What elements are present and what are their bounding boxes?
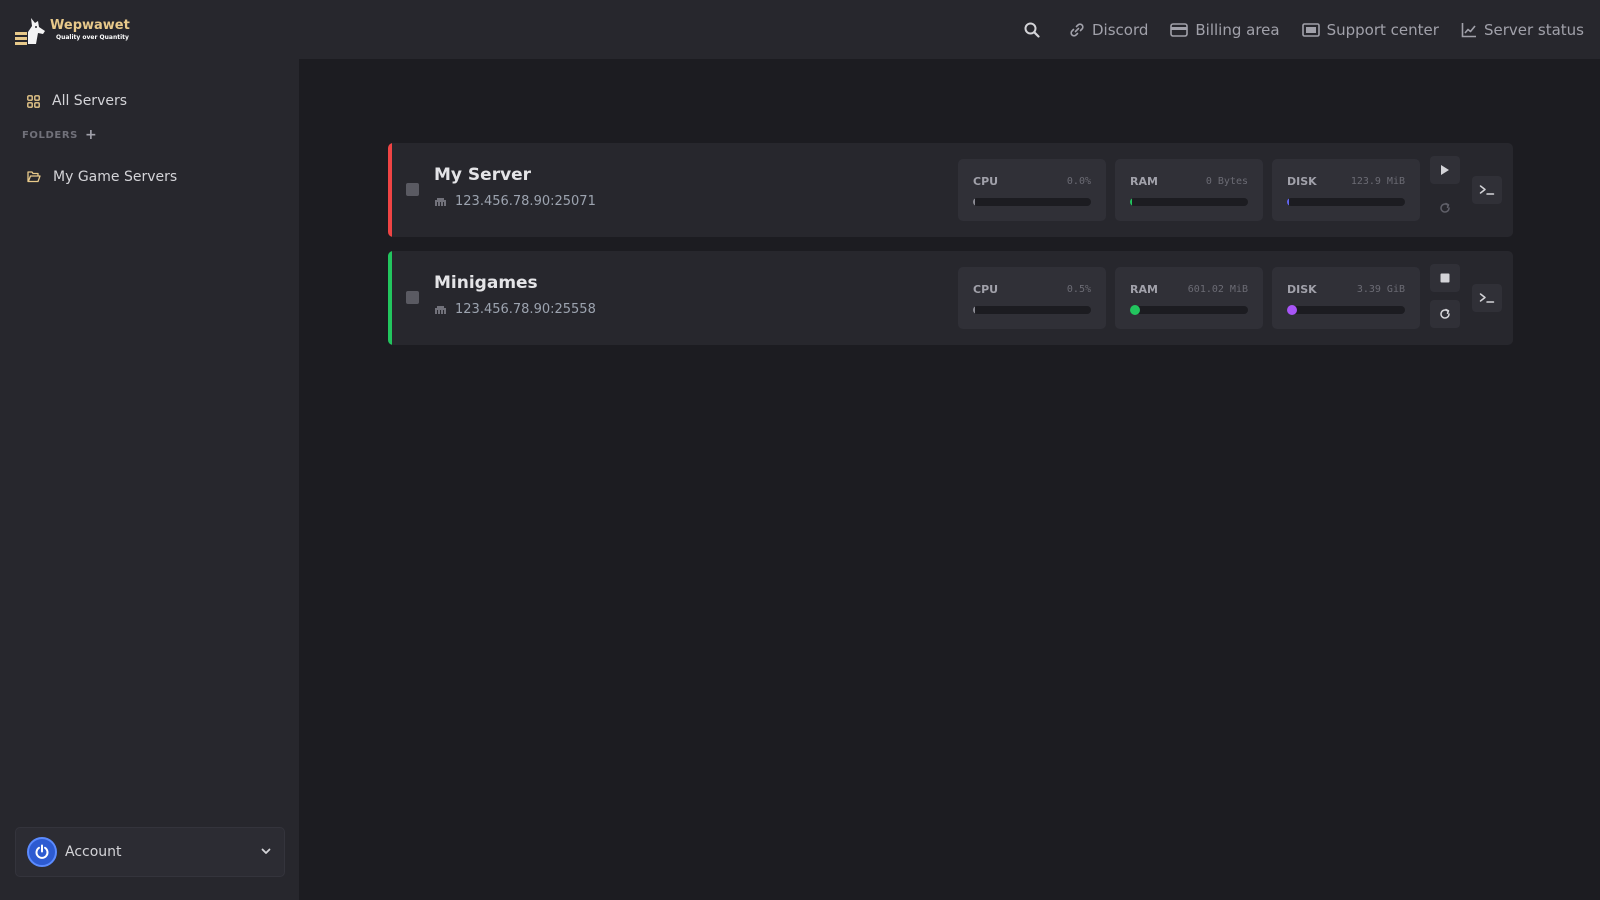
account-dropdown[interactable]: Account	[15, 827, 285, 877]
disk-value: 3.39 GiB	[1356, 284, 1405, 295]
terminal-icon	[1479, 293, 1495, 303]
server-address-text: 123.456.78.90:25558	[455, 302, 596, 317]
cpu-stat: CPU 0.5%	[958, 267, 1106, 329]
nav-billing-label: Billing area	[1195, 20, 1280, 39]
server-icon-placeholder	[406, 291, 419, 304]
status-stripe	[388, 143, 392, 237]
nav-discord[interactable]: Discord	[1069, 21, 1148, 39]
ram-stat: RAM 601.02 MiB	[1115, 267, 1263, 329]
folder-open-icon	[27, 171, 41, 183]
credit-card-icon	[1170, 22, 1189, 37]
nav-support-label: Support center	[1326, 20, 1439, 39]
top-nav: Discord Billing area Support center Serv…	[1024, 0, 1584, 59]
server-icon-placeholder	[406, 183, 419, 196]
search-button[interactable]	[1024, 22, 1047, 38]
stop-button[interactable]	[1430, 264, 1460, 292]
sidebar-item-label: My Game Servers	[53, 169, 178, 185]
ram-label: RAM	[1130, 283, 1158, 296]
disk-label: DISK	[1287, 175, 1317, 188]
cpu-label: CPU	[973, 283, 999, 296]
ram-value: 0 Bytes	[1205, 176, 1248, 187]
nav-billing-area[interactable]: Billing area	[1170, 20, 1280, 39]
nav-server-status-label: Server status	[1483, 20, 1584, 39]
server-address: 123.456.78.90:25071	[434, 194, 596, 209]
brand[interactable]: Wepwawet Quality over Quantity	[14, 14, 130, 46]
server-name[interactable]: Minigames	[434, 273, 538, 293]
cpu-bar-fill	[973, 198, 975, 206]
restart-button[interactable]	[1430, 194, 1460, 222]
ram-bar-fill	[1130, 198, 1132, 206]
ram-indicator-dot	[1130, 305, 1140, 315]
restart-button[interactable]	[1430, 300, 1460, 328]
folders-header: FOLDERS +	[22, 128, 97, 142]
folders-label: FOLDERS	[22, 129, 78, 141]
terminal-icon	[1479, 185, 1495, 195]
nav-server-status[interactable]: Server status	[1461, 21, 1584, 39]
ram-value: 601.02 MiB	[1187, 284, 1248, 295]
cpu-bar	[973, 306, 1091, 314]
disk-stat: DISK 123.9 MiB	[1272, 159, 1420, 221]
brand-tagline: Quality over Quantity	[56, 34, 129, 41]
brand-name: Wepwawet	[50, 18, 130, 33]
server-address: 123.456.78.90:25558	[434, 302, 596, 317]
ram-bar	[1130, 198, 1248, 206]
cpu-value: 0.5%	[1066, 284, 1091, 295]
add-folder-button[interactable]: +	[85, 128, 97, 142]
grid-icon	[27, 94, 40, 108]
nav-support-center[interactable]: Support center	[1301, 20, 1439, 39]
cpu-value: 0.0%	[1066, 176, 1091, 187]
console-button[interactable]	[1472, 176, 1502, 204]
link-icon	[1070, 22, 1084, 37]
account-label: Account	[65, 844, 122, 860]
disk-bar-fill	[1287, 198, 1289, 206]
wolf-logo-icon	[15, 18, 45, 45]
brand-text: Wepwawet Quality over Quantity	[50, 19, 130, 41]
ram-bar	[1130, 306, 1248, 314]
ethernet-icon	[435, 198, 446, 206]
cpu-bar	[973, 198, 1091, 206]
server-address-text: 123.456.78.90:25071	[455, 194, 596, 209]
cpu-stat: CPU 0.0%	[958, 159, 1106, 221]
disk-indicator-dot	[1287, 305, 1297, 315]
sidebar-item-all-servers[interactable]: All Servers	[27, 93, 127, 109]
disk-bar	[1287, 306, 1405, 314]
start-button[interactable]	[1430, 156, 1460, 184]
server-name[interactable]: My Server	[434, 165, 531, 185]
chevron-down-icon	[261, 848, 271, 854]
restart-icon	[1440, 202, 1450, 213]
cpu-label: CPU	[973, 175, 999, 188]
stop-icon	[1440, 273, 1450, 283]
console-button[interactable]	[1472, 284, 1502, 312]
sidebar-item-label: All Servers	[52, 93, 128, 109]
search-icon	[1024, 22, 1040, 38]
top-bar: Wepwawet Quality over Quantity Discord B	[0, 0, 1600, 59]
disk-bar	[1287, 198, 1405, 206]
ticket-icon	[1301, 22, 1320, 37]
server-card-minigames[interactable]: Minigames 123.456.78.90:25558 CPU 0.5% R…	[388, 251, 1513, 345]
ram-label: RAM	[1130, 175, 1158, 188]
play-icon	[1441, 165, 1449, 175]
cpu-bar-fill	[973, 306, 975, 314]
chart-line-icon	[1461, 22, 1476, 37]
disk-value: 123.9 MiB	[1350, 176, 1405, 187]
disk-stat: DISK 3.39 GiB	[1272, 267, 1420, 329]
sidebar: All Servers FOLDERS + My Game Servers Ac…	[0, 59, 299, 900]
power-icon	[35, 844, 49, 859]
ram-stat: RAM 0 Bytes	[1115, 159, 1263, 221]
sidebar-item-my-game-servers[interactable]: My Game Servers	[27, 169, 177, 185]
disk-label: DISK	[1287, 283, 1317, 296]
avatar	[27, 837, 57, 867]
ethernet-icon	[435, 306, 446, 314]
nav-discord-label: Discord	[1092, 20, 1149, 39]
restart-icon	[1440, 308, 1450, 319]
server-card-my-server[interactable]: My Server 123.456.78.90:25071 CPU 0.0% R…	[388, 143, 1513, 237]
status-stripe	[388, 251, 392, 345]
